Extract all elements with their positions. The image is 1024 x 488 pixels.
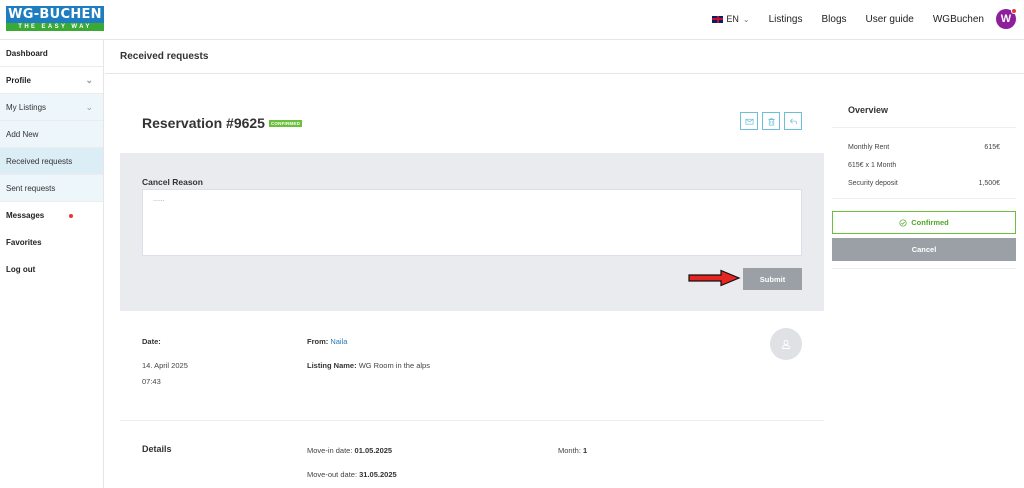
nav-blogs[interactable]: Blogs [821,14,846,25]
section-divider [120,420,824,421]
cancel-reservation-button[interactable]: Cancel [832,238,1016,261]
overview-panel: Overview Monthly Rent 615€ 615€ x 1 Mont… [832,97,1016,269]
user-avatar-button[interactable]: W [996,8,1017,29]
overview-row: Monthly Rent 615€ [848,138,1000,156]
sidebar-item-received-requests[interactable]: Received requests [0,148,103,175]
overview-row-value: 615€ [984,143,1000,151]
listing-name-label: Listing Name: [307,361,357,370]
page-header: Received requests [105,40,1024,74]
logo-wordmark: WG-BUCHEN [6,6,104,23]
listing-name-value: WG Room in the alps [358,361,430,370]
overview-row-label: Monthly Rent [848,143,890,151]
chevron-down-icon: ⌄ [85,101,93,112]
overview-row: Security deposit 1,500€ [848,174,1000,192]
time-value: 07:43 [142,377,161,386]
sidebar-item-label: Log out [6,265,36,274]
reply-button[interactable] [784,112,802,130]
chevron-down-icon: ⌄ [85,74,93,85]
delete-button[interactable] [762,112,780,130]
sidebar-item-profile[interactable]: Profile ⌄ [0,67,103,94]
language-label: EN [726,14,739,24]
overview-divider [832,265,1016,269]
reservation-title: Reservation #9625 [142,115,265,131]
move-in-field: Move-in date: 01.05.2025 [307,446,392,455]
confirmed-label: Confirmed [911,218,949,227]
reservation-actions [740,112,806,130]
move-in-value: 01.05.2025 [354,446,393,455]
top-nav: EN ⌄ Listings Blogs User guide WGBuchen … [712,8,1017,30]
sidebar-item-favorites[interactable]: Favorites [0,229,103,256]
reservation-heading: Reservation #9625 CONFIRMED [142,115,303,131]
date-value: 14. April 2025 [142,361,188,370]
status-badge: CONFIRMED [268,119,303,127]
move-in-label: Move-in date: [307,446,353,455]
nav-user-guide[interactable]: User guide [866,14,914,25]
sidebar-item-label: Sent requests [6,183,56,193]
from-link[interactable]: Naila [330,337,347,346]
cancel-reason-panel: Cancel Reason ...... Submit [120,153,824,311]
month-field: Month: 1 [558,446,587,455]
notification-dot [1011,8,1017,14]
cancel-reason-label: Cancel Reason [142,177,203,187]
sidebar-item-my-listings[interactable]: My Listings ⌄ [0,94,103,121]
from-field: From: Naila [307,337,347,346]
sidebar-item-label: Received requests [6,156,73,166]
sidebar-item-label: Favorites [6,238,42,247]
from-label: From: [307,337,329,346]
sidebar-item-label: My Listings [6,102,47,112]
month-label: Month: [558,446,581,455]
sidebar: Dashboard Profile ⌄ My Listings ⌄ Add Ne… [0,40,104,488]
user-icon [782,340,790,349]
trash-icon [767,117,775,125]
sidebar-item-label: Messages [6,211,45,220]
overview-title: Overview [832,97,1016,128]
sidebar-item-label: Add New [6,129,39,139]
sidebar-item-label: Dashboard [6,48,48,58]
unread-dot [69,213,73,218]
overview-rows: Monthly Rent 615€ 615€ x 1 Month Securit… [832,128,1016,199]
move-out-label: Move-out date: [307,470,358,479]
month-value: 1 [583,446,588,455]
guest-avatar [770,328,802,360]
move-out-value: 31.05.2025 [359,470,397,479]
sidebar-item-logout[interactable]: Log out [0,256,103,283]
check-circle-icon [899,218,907,227]
submit-button[interactable]: Submit [743,268,802,290]
top-header: WG-BUCHEN THE EASY WAY EN ⌄ Listings Blo… [0,0,1024,40]
sidebar-item-sent-requests[interactable]: Sent requests [0,175,103,202]
uk-flag-icon [712,15,724,23]
confirmed-button[interactable]: Confirmed [832,211,1016,234]
message-button[interactable] [740,112,758,130]
chevron-down-icon: ⌄ [742,14,750,24]
nav-listings[interactable]: Listings [769,14,803,25]
language-selector[interactable]: EN ⌄ [712,14,750,24]
overview-row: 615€ x 1 Month [848,156,1000,174]
page-title: Received requests [120,51,209,62]
red-arrow-icon [688,269,741,287]
date-label: Date: [142,337,161,346]
sidebar-item-dashboard[interactable]: Dashboard [0,40,103,67]
overview-row-label: 615€ x 1 Month [848,161,897,169]
overview-row-label: Security deposit [848,179,898,187]
details-heading: Details [142,444,172,454]
nav-wgbuchen[interactable]: WGBuchen [933,14,984,25]
envelope-icon [745,118,753,125]
wg-buchen-logo[interactable]: WG-BUCHEN THE EASY WAY [6,6,104,31]
logo-tagline: THE EASY WAY [6,23,104,31]
cancel-reason-input[interactable]: ...... [142,189,802,256]
sidebar-item-messages[interactable]: Messages [0,202,103,229]
listing-name-field: Listing Name: WG Room in the alps [307,361,430,370]
sidebar-item-add-new[interactable]: Add New [0,121,103,148]
move-out-field: Move-out date: 31.05.2025 [307,470,397,479]
reply-icon [789,118,797,124]
overview-row-value: 1,500€ [978,179,1000,187]
sidebar-item-label: Profile [6,75,31,85]
